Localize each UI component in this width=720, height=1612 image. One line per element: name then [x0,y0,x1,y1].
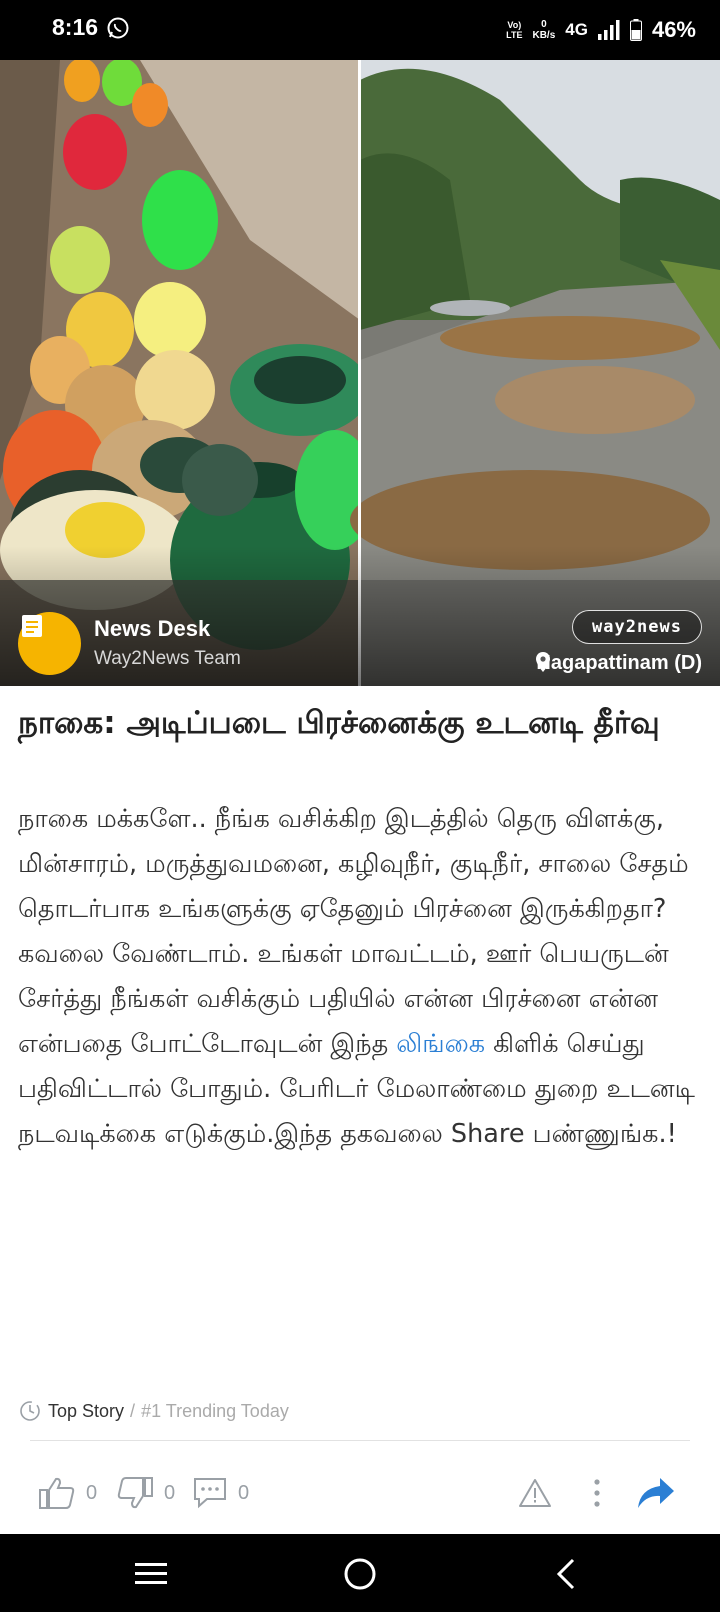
article-headline: நாகை: அடிப்படை பிரச்னைக்கு உடனடி தீர்வு [18,705,660,741]
back-icon[interactable] [548,1554,588,1594]
home-icon[interactable] [340,1554,380,1594]
comment-button[interactable]: 0 [192,1462,249,1524]
share-icon [638,1478,674,1508]
dislike-count: 0 [164,1481,176,1504]
report-button[interactable] [518,1462,552,1524]
more-options-button[interactable] [592,1462,602,1524]
document-icon [22,615,42,637]
brand-watermark: way2news [572,610,702,644]
share-button[interactable] [636,1462,676,1524]
network-type: 4G [565,20,588,39]
article-link[interactable]: லிங்கை [396,1029,485,1059]
battery-percent: 46% [651,17,696,42]
article-image[interactable]: News Desk Way2News Team way2news Nagapat… [0,60,720,686]
like-count: 0 [86,1481,98,1504]
divider [30,1440,690,1441]
story-meta: Top Story / #1 Trending Today [18,1396,289,1426]
author-avatar[interactable] [18,612,81,675]
dislike-icon [117,1477,153,1509]
body-text-part1: நாகை மக்களே.. நீங்க வசிக்கிற இடத்தில் தெ… [18,804,689,1059]
comment-count: 0 [238,1481,250,1504]
top-story-label: Top Story [48,1400,125,1421]
location-pin-icon [536,652,551,672]
like-button[interactable]: 0 [38,1462,97,1524]
system-nav-bar [0,1534,720,1612]
volte-indicator: Vo) LTE [506,20,523,40]
dislike-button[interactable]: 0 [116,1462,175,1524]
author-team: Way2News Team [94,648,241,669]
network-speed: 0 KB/s [532,19,556,41]
article-body: நாகை மக்களே.. நீங்க வசிக்கிற இடத்தில் தெ… [18,797,702,1157]
clock-time: 8:16 [52,14,99,40]
location-label: Nagapattinam (D) [536,652,702,674]
meta-separator: / [130,1400,136,1421]
action-bar: 0 0 0 [0,1462,720,1524]
report-icon [519,1479,551,1507]
trending-label: #1 Trending Today [141,1400,289,1421]
author-name[interactable]: News Desk [94,616,210,642]
status-bar: 8:16 Vo) LTE 0 KB/s 4G 46% [0,0,720,60]
comment-icon [194,1478,226,1509]
status-icons: Vo) LTE 0 KB/s 4G 46% [506,12,696,48]
battery-icon [629,19,642,41]
clock-icon [20,1401,40,1421]
recents-icon[interactable] [132,1554,172,1594]
whatsapp-icon [107,17,129,39]
location-tag[interactable]: Nagapattinam (D) [536,652,702,675]
signal-icon [597,20,620,40]
like-icon [39,1477,75,1509]
more-icon [594,1479,600,1507]
